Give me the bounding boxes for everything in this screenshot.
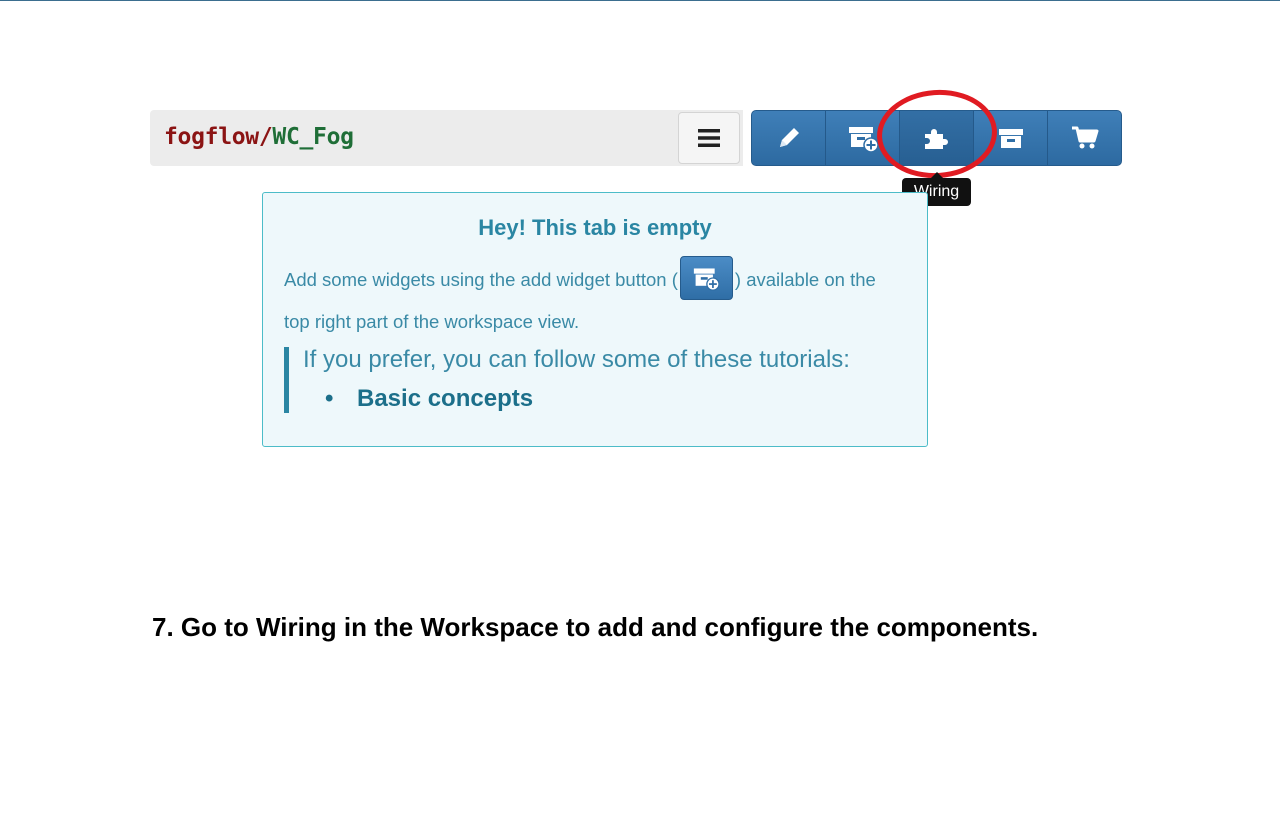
- workspace-header: fogflow/WC_Fog: [150, 110, 743, 166]
- empty-tab-title: Hey! This tab is empty: [478, 215, 712, 240]
- pencil-icon: [779, 128, 799, 147]
- empty-tab-instructions: Add some widgets using the add widget bu…: [284, 256, 894, 343]
- step-caption: 7. Go to Wiring in the Workspace to add …: [152, 612, 1039, 642]
- edit-button[interactable]: [752, 111, 826, 165]
- marketplace-button[interactable]: [1048, 111, 1121, 165]
- add-widget-button[interactable]: [826, 111, 900, 165]
- tutorial-link-basic-concepts[interactable]: Basic concepts: [325, 385, 894, 413]
- workspace-menu-button[interactable]: [678, 112, 740, 164]
- tutorials-list: Basic concepts: [303, 385, 894, 413]
- top-border: [0, 0, 1280, 1]
- workspace-toolbar: [751, 110, 1122, 166]
- add-widget-icon: [848, 127, 878, 152]
- tutorials-lead: If you prefer, you can follow some of th…: [303, 346, 850, 373]
- inline-add-widget-button[interactable]: [679, 256, 733, 301]
- workspace-owner: fogflow: [164, 124, 259, 150]
- empty-tab-alert: Hey! This tab is empty Add some widgets …: [262, 192, 928, 447]
- add-widget-icon: [694, 268, 720, 291]
- archive-icon: [998, 129, 1023, 148]
- wiring-button[interactable]: [900, 111, 974, 165]
- shopping-cart-icon: [1071, 126, 1098, 149]
- tutorials-blockquote: If you prefer, you can follow some of th…: [284, 347, 894, 413]
- workspace-name: WC_Fog: [272, 124, 354, 150]
- instructions-text-before: Add some widgets using the add widget bu…: [284, 269, 678, 290]
- breadcrumb-separator: /: [258, 124, 273, 150]
- hamburger-menu-icon: [698, 129, 720, 147]
- archive-button[interactable]: [974, 111, 1048, 165]
- workspace-breadcrumb[interactable]: fogflow/WC_Fog: [164, 124, 354, 150]
- puzzle-piece-icon: [924, 129, 948, 149]
